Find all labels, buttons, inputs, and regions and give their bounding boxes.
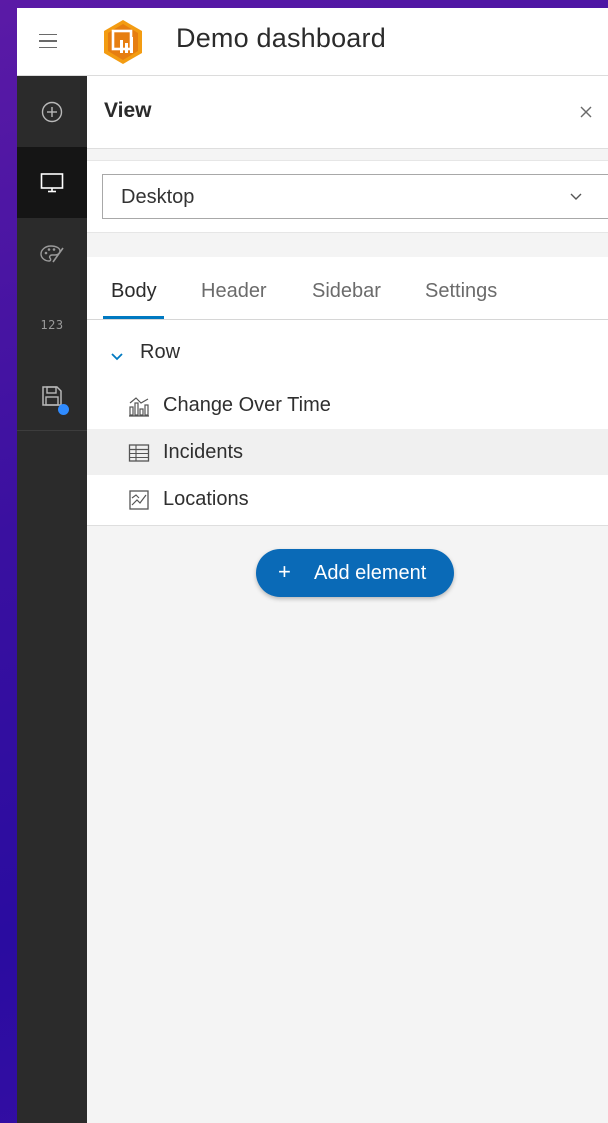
save-icon — [42, 385, 62, 406]
tree-group-label: Row — [140, 341, 181, 363]
add-circle-icon — [41, 101, 63, 122]
panel-header: View — [87, 76, 608, 149]
tab-sidebar[interactable]: Sidebar — [312, 280, 381, 303]
app-logo — [104, 20, 142, 64]
app-header: Demo dashboard — [17, 8, 608, 76]
numbers-icon: 123 — [40, 317, 64, 332]
unsaved-badge — [58, 404, 69, 415]
chevron-down-icon — [111, 353, 123, 361]
app-window: Demo dashboard 123 View Desktop Body Hea… — [17, 8, 608, 1123]
layout-section: Body Header Sidebar Settings Row Change … — [87, 257, 608, 526]
tree-item-label: Incidents — [163, 441, 244, 463]
rail-numbers-button[interactable]: 123 — [17, 289, 87, 360]
tree-item-locations[interactable]: Locations — [87, 476, 608, 522]
table-icon — [128, 444, 150, 462]
monitor-icon — [40, 172, 64, 192]
left-rail: 123 — [17, 76, 87, 1123]
rail-divider — [17, 430, 87, 431]
add-element-label: Add element — [314, 562, 427, 584]
rail-view-button[interactable] — [17, 147, 87, 218]
tab-settings[interactable]: Settings — [425, 280, 497, 303]
active-tab-indicator — [103, 316, 164, 319]
app-title: Demo dashboard — [176, 23, 386, 53]
tree-item-incidents[interactable]: Incidents — [87, 429, 608, 475]
tab-bar: Body Header Sidebar Settings — [87, 257, 608, 320]
tree-item-label: Locations — [163, 488, 249, 510]
view-select[interactable]: Desktop — [102, 174, 608, 219]
chevron-down-icon — [570, 193, 582, 200]
palette-icon — [40, 244, 64, 262]
rail-theme-button[interactable] — [17, 218, 87, 289]
hamburger-menu-icon[interactable] — [39, 30, 59, 52]
tree-item-label: Change Over Time — [163, 394, 331, 416]
tree-item-change-over-time[interactable]: Change Over Time — [87, 382, 608, 428]
chart-icon — [129, 397, 149, 417]
map-icon — [129, 490, 149, 510]
tab-header[interactable]: Header — [201, 280, 267, 303]
tab-body[interactable]: Body — [111, 280, 157, 303]
tree-group-row[interactable]: Row — [87, 335, 608, 381]
rail-save-button[interactable] — [17, 360, 87, 431]
view-panel: View Desktop Body Header Sidebar Setting… — [87, 76, 608, 1123]
add-element-button[interactable]: + Add element — [256, 549, 454, 597]
view-select-value: Desktop — [121, 186, 195, 208]
panel-title: View — [104, 99, 152, 122]
plus-icon: + — [278, 559, 291, 584]
view-select-section: Desktop — [87, 160, 608, 233]
close-icon[interactable] — [574, 100, 598, 124]
rail-add-button[interactable] — [17, 76, 87, 147]
